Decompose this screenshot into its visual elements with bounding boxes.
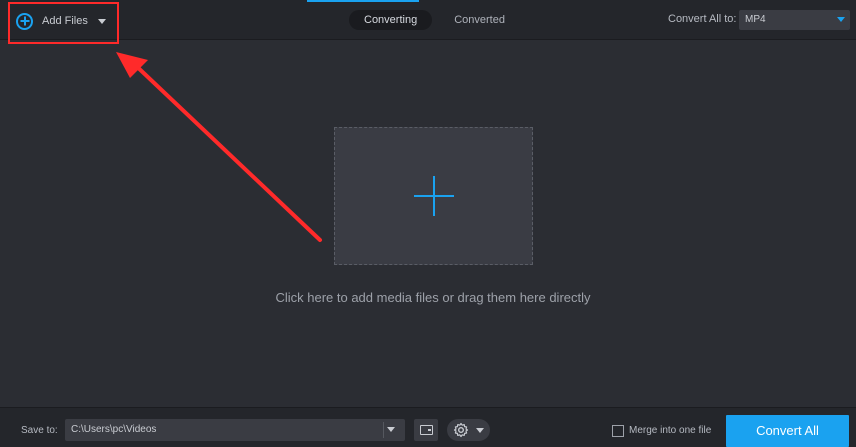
folder-icon [420, 425, 433, 435]
tab-bar: Converting Converted [349, 10, 520, 30]
tab-converting[interactable]: Converting [349, 10, 433, 30]
convert-all-button[interactable]: Convert All [726, 415, 849, 447]
chevron-down-icon[interactable] [97, 18, 106, 24]
output-format-value: MP4 [745, 14, 766, 25]
settings-button[interactable] [447, 419, 490, 441]
bottom-toolbar: Save to: C:\Users\pc\Videos Merge into o… [0, 407, 856, 447]
merge-label[interactable]: Merge into one file [629, 425, 711, 436]
add-circle-icon [16, 12, 33, 30]
drop-hint-text: Click here to add media files or drag th… [275, 290, 591, 305]
path-field-divider [383, 422, 384, 438]
media-drop-zone[interactable] [334, 127, 533, 265]
chevron-down-icon [476, 428, 484, 433]
chevron-down-icon [837, 17, 845, 22]
save-path-value: C:\Users\pc\Videos [71, 424, 157, 435]
save-path-field[interactable]: C:\Users\pc\Videos [65, 419, 405, 441]
add-files-button[interactable]: Add Files [16, 10, 106, 32]
top-toolbar: Add Files Converting Converted Convert A… [0, 0, 856, 40]
gear-icon [453, 422, 469, 438]
output-format-select[interactable]: MP4 [739, 10, 850, 30]
open-folder-button[interactable] [414, 419, 438, 441]
chevron-down-icon[interactable] [387, 427, 395, 432]
top-accent-line [307, 0, 419, 2]
save-to-label: Save to: [21, 425, 58, 436]
merge-checkbox[interactable] [612, 425, 624, 437]
add-files-label: Add Files [42, 15, 88, 27]
plus-icon [414, 176, 454, 216]
convert-all-to-label: Convert All to: [668, 13, 737, 25]
tab-converted[interactable]: Converted [439, 10, 520, 30]
